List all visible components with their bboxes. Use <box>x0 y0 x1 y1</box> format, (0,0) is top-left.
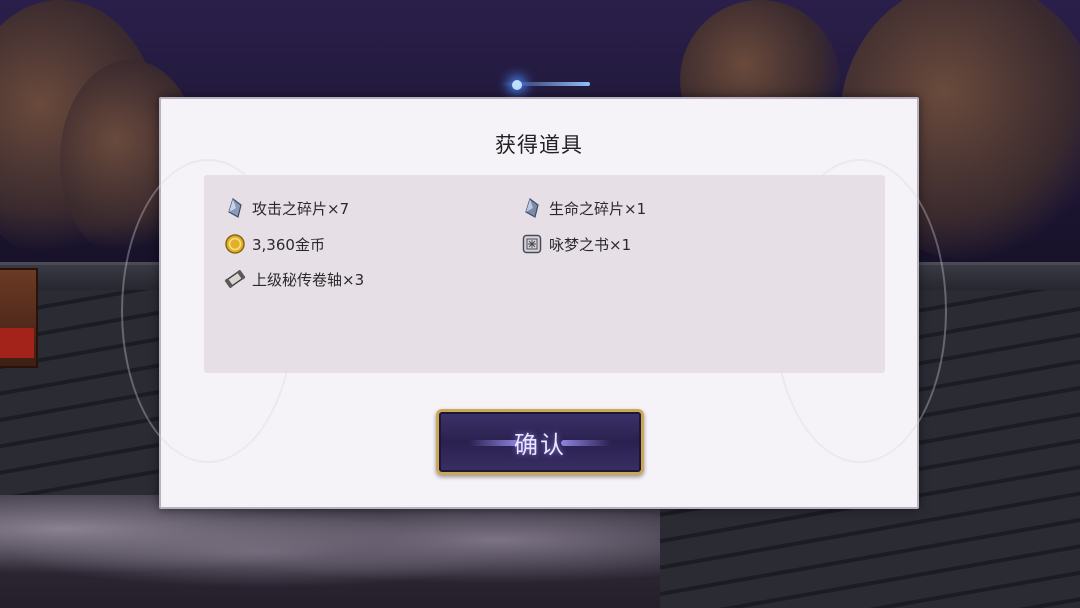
button-glow-left <box>469 440 519 446</box>
treasure-chest <box>0 268 38 368</box>
confirm-button[interactable]: 确认 <box>436 409 644 475</box>
gold-coin-icon <box>224 233 246 255</box>
reward-item-label: 攻击之碎片×7 <box>252 199 350 218</box>
game-scene: 获得道具 攻击之碎片×7 生命之碎片×1 3,360金币 咏梦之书×1 上级秘传… <box>0 0 1080 608</box>
reward-item-label: 咏梦之书×1 <box>549 235 632 254</box>
shooting-star-head <box>512 80 522 90</box>
reward-item: 生命之碎片×1 <box>521 195 646 221</box>
reed-grass <box>0 495 660 608</box>
crystal-shard-icon <box>521 197 543 219</box>
item-reward-dialog: 获得道具 攻击之碎片×7 生命之碎片×1 3,360金币 咏梦之书×1 上级秘传… <box>121 97 947 509</box>
reward-item: 3,360金币 <box>224 231 325 257</box>
reward-item: 上级秘传卷轴×3 <box>224 266 364 292</box>
reward-item-label: 3,360金币 <box>252 235 325 254</box>
book-icon <box>521 233 543 255</box>
reward-item-label: 生命之碎片×1 <box>549 199 647 218</box>
reward-items-panel: 攻击之碎片×7 生命之碎片×1 3,360金币 咏梦之书×1 上级秘传卷轴×3 <box>204 175 885 373</box>
scroll-icon <box>224 268 246 290</box>
crystal-shard-icon <box>224 197 246 219</box>
reward-item: 咏梦之书×1 <box>521 231 631 257</box>
dialog-title: 获得道具 <box>495 133 583 157</box>
reward-item-label: 上级秘传卷轴×3 <box>252 270 365 289</box>
button-glow-right <box>561 440 611 446</box>
reward-item: 攻击之碎片×7 <box>224 195 349 221</box>
confirm-button-label: 确认 <box>514 430 566 459</box>
